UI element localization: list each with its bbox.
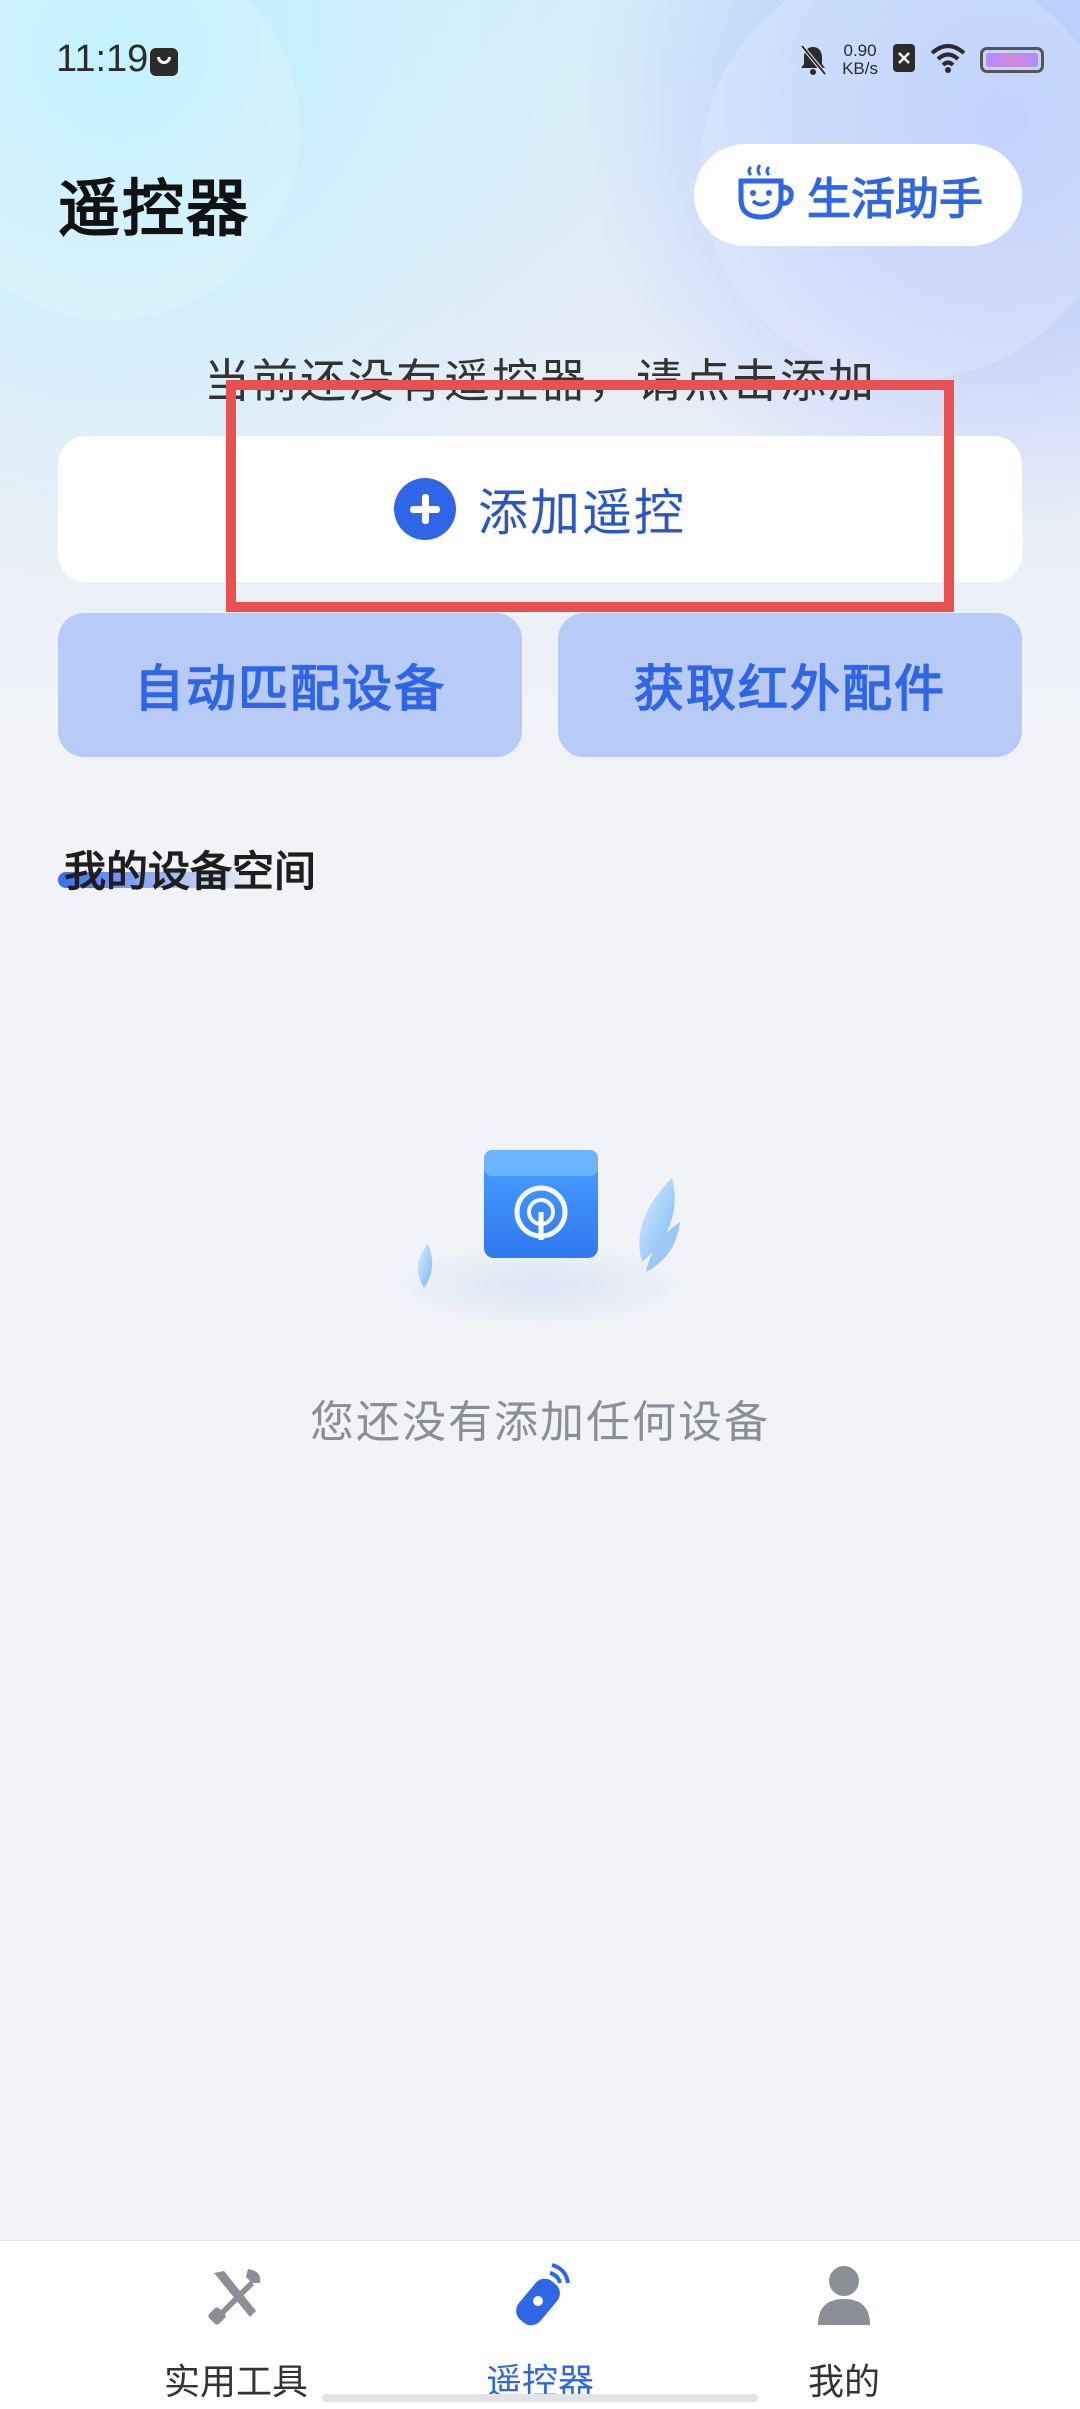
nav-item-mine[interactable]: 我的 bbox=[714, 2241, 974, 2409]
auto-match-device-button[interactable]: 自动匹配设备 bbox=[58, 613, 522, 757]
battery-icon bbox=[980, 47, 1044, 73]
bottom-nav: 实用工具 遥控器 我的 bbox=[0, 2240, 1080, 2409]
sim-off-icon bbox=[892, 43, 916, 77]
life-assistant-label: 生活助手 bbox=[807, 174, 983, 225]
status-time: 11:19 bbox=[56, 38, 149, 80]
home-indicator[interactable] bbox=[322, 2394, 758, 2402]
person-icon bbox=[814, 2263, 874, 2327]
empty-box-illustration bbox=[380, 1140, 700, 1340]
nav-item-remote[interactable]: 遥控器 bbox=[410, 2241, 670, 2409]
status-bar: 11:19 0.90 KB/s bbox=[0, 0, 1080, 120]
bell-off-icon bbox=[798, 44, 828, 76]
nav-item-tools[interactable]: 实用工具 bbox=[106, 2241, 366, 2409]
net-speed-value: 0.90 bbox=[843, 41, 877, 60]
cup-smile-icon bbox=[733, 161, 797, 229]
net-speed-unit: KB/s bbox=[842, 59, 878, 78]
get-ir-accessory-button[interactable]: 获取红外配件 bbox=[558, 613, 1022, 757]
tools-icon bbox=[206, 2263, 266, 2327]
life-assistant-button[interactable]: 生活助手 bbox=[694, 144, 1022, 246]
page-title: 遥控器 bbox=[58, 172, 251, 245]
network-speed: 0.90 KB/s bbox=[842, 42, 878, 78]
section-title: 我的设备空间 bbox=[64, 847, 317, 896]
highlight-box bbox=[226, 380, 954, 612]
status-icons: 0.90 KB/s bbox=[798, 40, 1044, 80]
remote-icon bbox=[510, 2263, 570, 2327]
empty-devices-text: 您还没有添加任何设备 bbox=[310, 1397, 770, 1448]
wifi-icon bbox=[930, 43, 966, 77]
message-icon bbox=[150, 48, 178, 76]
